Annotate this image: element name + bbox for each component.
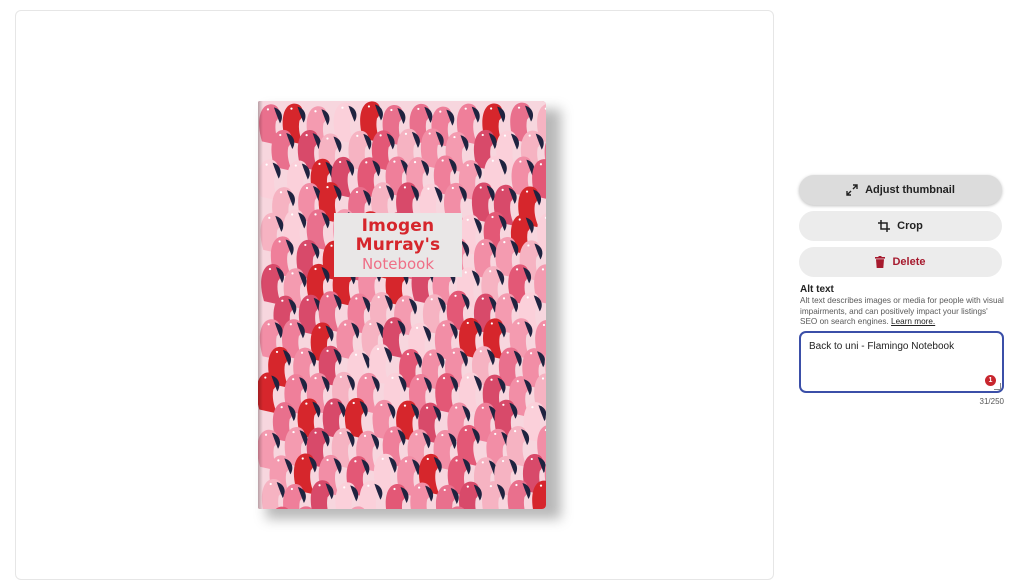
image-preview-panel: Imogen Murray's Notebook <box>15 10 774 580</box>
alt-text-description: Alt text describes images or media for p… <box>800 296 1005 328</box>
crop-label: Crop <box>897 220 923 232</box>
adjust-thumbnail-button[interactable]: Adjust thumbnail <box>799 175 1002 205</box>
alt-text-value: Back to uni - Flamingo Notebook <box>809 341 955 352</box>
delete-button[interactable]: Delete <box>799 247 1002 277</box>
trash-icon <box>875 256 886 268</box>
flamingo-pattern <box>258 101 546 509</box>
notebook-title-line1: Imogen Murray's <box>355 216 441 255</box>
adjust-thumbnail-label: Adjust thumbnail <box>865 184 955 196</box>
resize-handle-icon[interactable] <box>994 383 1001 390</box>
delete-label: Delete <box>892 256 926 268</box>
notebook-title-line2: Notebook <box>361 255 435 273</box>
expand-arrows-icon <box>846 184 858 196</box>
learn-more-link[interactable]: Learn more. <box>891 317 935 326</box>
alt-text-heading: Alt text <box>800 284 834 295</box>
alt-text-input[interactable]: Back to uni - Flamingo Notebook 1 <box>799 331 1004 393</box>
notebook-title-label: Imogen Murray's Notebook <box>334 213 462 277</box>
notebook-image: Imogen Murray's Notebook <box>258 101 546 509</box>
crop-icon <box>878 220 891 232</box>
notebook-spine <box>258 101 263 509</box>
crop-button[interactable]: Crop <box>799 211 1002 241</box>
character-count: 31/250 <box>979 397 1004 406</box>
